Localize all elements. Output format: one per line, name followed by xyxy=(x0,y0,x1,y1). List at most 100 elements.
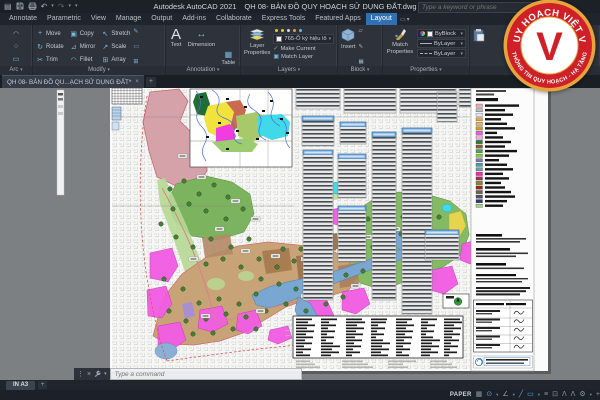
ribbon-tab-annotate[interactable]: Annotate xyxy=(4,13,42,25)
panel-layers-label[interactable]: Layers ▾ xyxy=(241,66,337,75)
ribbon-tab-manage[interactable]: Manage xyxy=(111,13,146,25)
fillet-button[interactable]: ◠Fillet xyxy=(70,53,96,66)
layer-state-icons[interactable] xyxy=(273,27,334,33)
osnap-caret-icon[interactable]: ▾ xyxy=(538,392,540,398)
panel-properties-label[interactable]: Properties ▾ xyxy=(383,66,469,75)
snap-icon[interactable]: ⊙ xyxy=(486,390,492,400)
block-define-icon[interactable]: ✎ xyxy=(359,44,364,50)
ribbon-tab-layout[interactable]: Layout xyxy=(366,13,397,25)
selection-cycling-icon[interactable]: ⊡ xyxy=(552,390,558,400)
ribbon-tab-parametric[interactable]: Parametric xyxy=(42,13,86,25)
undo-icon[interactable]: ↶ xyxy=(41,3,48,11)
legend-swatch xyxy=(476,109,483,112)
panel-draw-label[interactable]: Arc ▾ xyxy=(0,66,32,75)
block-edit-icon[interactable]: ▱ xyxy=(359,28,364,34)
polar-tracking-icon[interactable]: ∠ xyxy=(502,390,508,400)
layer-dropdown[interactable]: 765-Ô ký hiệu lô ▾ xyxy=(273,34,334,44)
modify-extra-tools[interactable]: ✎ ▭ ⊞ xyxy=(133,27,139,66)
polar-caret-icon[interactable]: ▾ xyxy=(513,392,515,398)
save-icon[interactable] xyxy=(16,2,24,12)
command-line[interactable]: ⋮ × ▾ xyxy=(74,368,302,380)
command-input[interactable] xyxy=(110,368,302,380)
panel-block-label[interactable]: Block ▾ xyxy=(338,66,382,75)
ribbon-display-toggle[interactable]: ▭▾ xyxy=(397,13,413,25)
redo-icon[interactable]: ↷ xyxy=(58,3,65,11)
annotation-visibility-icon[interactable]: Λ xyxy=(562,390,567,400)
drawing-canvas[interactable] xyxy=(0,88,600,380)
lineweight-display-icon[interactable]: ≡ xyxy=(544,390,548,400)
snap-caret-icon[interactable]: ▾ xyxy=(496,392,498,398)
rotate-button[interactable]: ↻Rotate xyxy=(36,40,64,53)
ribbon-tab-collaborate[interactable]: Collaborate xyxy=(211,13,257,25)
table-button[interactable]: ▦ Table xyxy=(221,27,235,66)
paste-button[interactable] xyxy=(473,27,485,66)
circle-tool-icon[interactable]: ○ xyxy=(14,43,18,50)
layer-properties-button[interactable]: Layer Properties xyxy=(244,27,270,66)
file-tab-active[interactable]: QH 08- BẢN ĐỒ QU...ẠCH SỬ DỤNG ĐẤT* × xyxy=(2,75,144,88)
object-color-dropdown[interactable]: ByBlock ▾ xyxy=(417,29,466,38)
new-drawing-tab-button[interactable]: + xyxy=(146,77,156,87)
insert-button[interactable]: Insert xyxy=(341,27,356,66)
text-button[interactable]: A Text xyxy=(171,27,182,66)
move-button[interactable]: +Move xyxy=(36,27,64,40)
ribbon-tab-output[interactable]: Output xyxy=(146,13,177,25)
layer-color-icon[interactable] xyxy=(293,29,296,32)
match-properties-button[interactable]: Match Properties xyxy=(386,27,414,66)
panel-annotation-label[interactable]: Annotation ▾ xyxy=(166,66,240,75)
stats-bar xyxy=(444,325,454,327)
rectangle-tool-icon[interactable]: ▭ xyxy=(13,55,20,63)
dimension-button[interactable]: ↔ Dimension xyxy=(188,27,215,66)
print-icon[interactable] xyxy=(28,2,37,12)
new-layout-button[interactable]: + xyxy=(38,381,47,389)
undo-caret-icon[interactable]: ▾ xyxy=(51,4,54,9)
stats-bar xyxy=(296,346,304,348)
cmd-close-icon[interactable]: × xyxy=(87,371,91,378)
cmd-customize-icon[interactable] xyxy=(94,370,101,379)
layer-on-icon[interactable] xyxy=(275,29,278,32)
copy-button[interactable]: ▣Copy xyxy=(70,27,96,40)
ortho-icon[interactable]: ╱ xyxy=(519,390,523,400)
ribbon-tab-express-tools[interactable]: Express Tools xyxy=(257,13,310,25)
block-attributes-icon[interactable]: ▦ xyxy=(359,59,364,65)
erase-icon[interactable]: ▭ xyxy=(133,43,139,50)
match-layer-button[interactable]: ▣ Match Layer xyxy=(273,53,334,60)
panel-modify-label[interactable]: Modify ▾ xyxy=(33,66,165,75)
legend-swatch xyxy=(476,159,483,162)
pencil-icon[interactable]: ✎ xyxy=(133,28,139,35)
stats-footnote-bar xyxy=(430,367,457,369)
new-file-icon[interactable]: ▤ xyxy=(4,3,12,11)
stats-bar xyxy=(444,340,459,342)
qat-customize-icon[interactable]: ▾ xyxy=(75,4,78,9)
gear-caret-icon[interactable]: ▾ xyxy=(590,392,592,398)
layer-freeze-icon[interactable] xyxy=(281,29,284,32)
ribbon-tab-view[interactable]: View xyxy=(86,13,111,25)
mirror-button[interactable]: ⊿Mirror xyxy=(70,40,96,53)
file-tab-close-icon[interactable]: × xyxy=(135,79,139,85)
make-current-button[interactable]: ✓ Make Current xyxy=(273,45,334,52)
osnap-icon[interactable]: ▭ xyxy=(527,390,534,400)
cmd-grip-icon[interactable]: ⋮ xyxy=(77,370,84,378)
ribbon-tab-featured-apps[interactable]: Featured Apps xyxy=(310,13,366,25)
lineweight-dropdown[interactable]: ByLayer ▾ xyxy=(417,39,466,48)
redo-caret-icon[interactable]: ▾ xyxy=(68,4,71,9)
layout-tab-in-a3[interactable]: IN A3 xyxy=(6,381,35,390)
explode-icon[interactable]: ⊞ xyxy=(133,58,139,65)
space-toggle[interactable]: PAPER xyxy=(450,392,472,398)
annotation-scale-icon[interactable]: Λ xyxy=(571,390,576,400)
settings-gear-icon[interactable]: ⚙ xyxy=(579,390,585,400)
scale-button[interactable]: ↗Scale xyxy=(101,40,130,53)
scale-icon: ↗ xyxy=(101,43,109,51)
tree-icon xyxy=(254,327,258,331)
tree-icon xyxy=(204,209,208,213)
layer-plot-icon[interactable] xyxy=(299,29,302,32)
trim-button[interactable]: ✂Trim xyxy=(36,53,64,66)
arc-tool-icon[interactable]: ◠ xyxy=(13,30,19,38)
grid-icon[interactable]: ▦ xyxy=(476,390,483,400)
move-icon: + xyxy=(36,30,44,37)
layer-lock-icon[interactable] xyxy=(287,29,290,32)
stretch-button[interactable]: ↖Stretch xyxy=(101,27,130,40)
array-button[interactable]: ⊞Array xyxy=(101,53,130,66)
customize-status-icon[interactable]: + xyxy=(596,390,600,400)
ribbon-tab-add-ins[interactable]: Add-ins xyxy=(177,13,211,25)
linetype-dropdown[interactable]: ByLayer ▾ xyxy=(417,49,466,58)
